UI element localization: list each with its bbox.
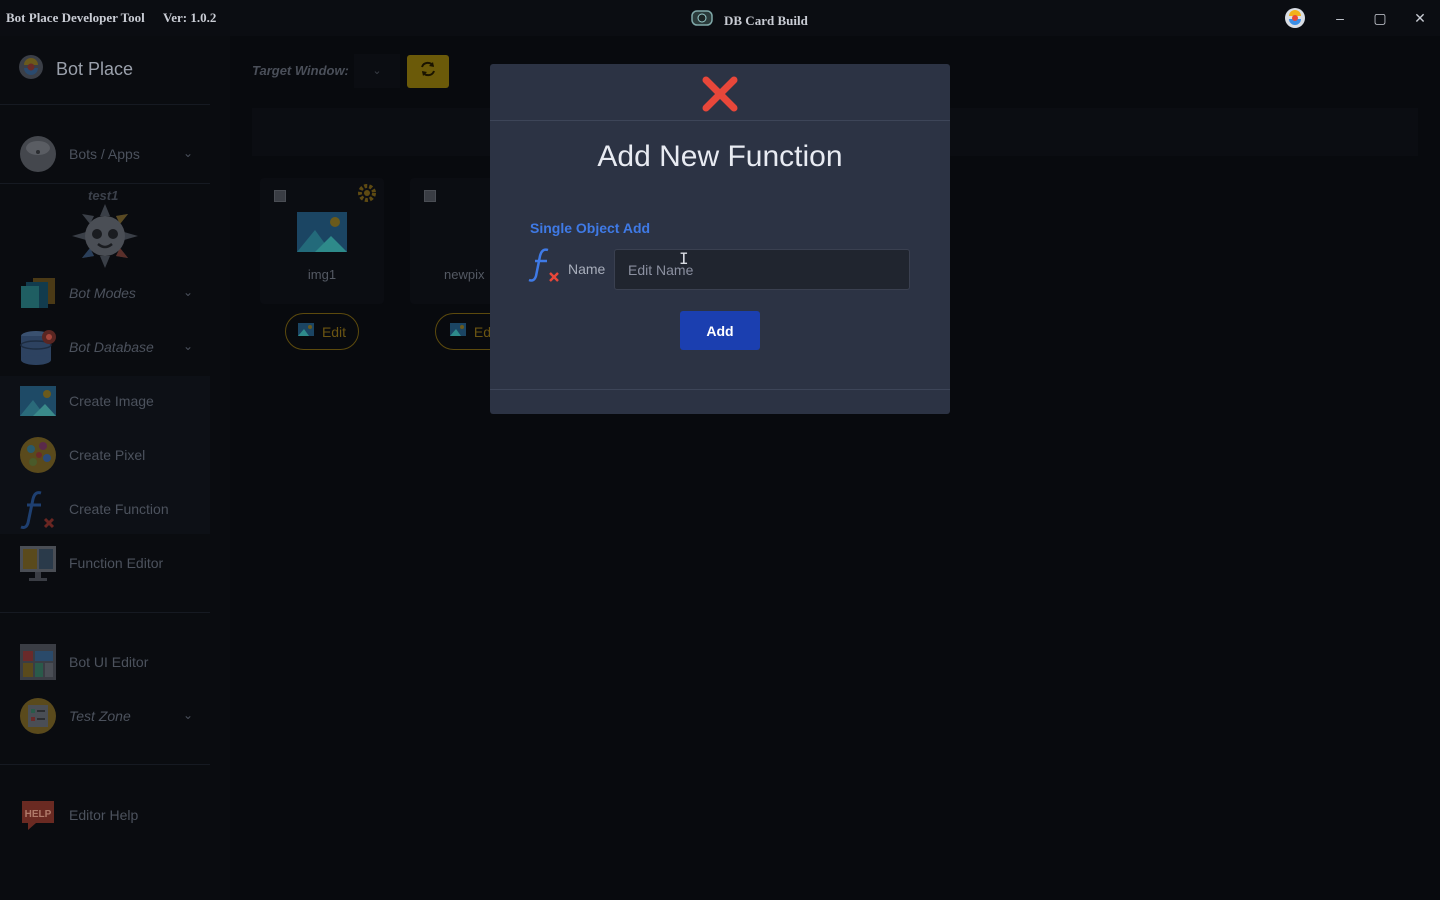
refresh-button[interactable] [407,55,449,88]
app-version: Ver: 1.0.2 [163,10,217,25]
window-title-group: DB Card Build [690,8,808,33]
avatar-sphere-icon [18,134,58,174]
divider [490,120,950,121]
modal-title: Add New Function [597,140,843,173]
add-button[interactable]: Add [680,311,760,350]
chevron-down-icon[interactable]: ⌄ [183,285,193,299]
minimize-button[interactable]: – [1330,8,1350,28]
target-window-label: Target Window: [252,63,349,78]
checklist-icon [18,696,58,736]
card-checkbox[interactable] [274,190,286,202]
chevron-down-icon[interactable]: ⌄ [183,146,193,160]
brand[interactable]: Bot Place [18,54,133,85]
divider [0,104,210,105]
image-icon [449,322,466,341]
sidebar-item-label: Test Zone [69,708,131,724]
sidebar-item-label: Bot Modes [69,285,136,301]
window-title: DB Card Build [724,12,808,28]
name-label: Name [568,261,606,277]
function-icon [18,489,58,529]
divider [0,764,210,765]
target-window-select[interactable]: ⌄ [354,54,400,88]
edit-button[interactable]: Edit [285,313,359,350]
db-card-icon [690,8,714,33]
sidebar-item-create-image[interactable]: Create Image [18,381,193,421]
title-bar: Bot Place Developer Tool Ver: 1.0.2 DB C… [0,0,1440,36]
app-title: Bot Place Developer Tool [6,10,145,25]
card-name: img1 [307,267,337,282]
ui-editor-icon [18,642,58,682]
bot-modes-icon [18,273,58,313]
function-name-input[interactable] [614,249,910,290]
code-monitor-icon [18,543,58,583]
refresh-icon [419,60,437,83]
sidebar-item-label: Create Image [69,393,154,409]
image-icon [297,322,314,341]
function-icon [528,247,562,283]
add-function-modal: Add New Function Single Object Add Name … [490,64,950,414]
close-window-button[interactable]: ✕ [1410,8,1430,28]
sidebar: Bot Place Bots / Apps ⌄ test1 Bot Modes … [0,36,230,900]
bot-place-logo-icon [18,54,44,85]
brand-label: Bot Place [56,59,134,79]
chevron-down-icon[interactable]: ⌄ [183,708,193,722]
image-thumbnail-icon [297,212,347,257]
sidebar-item-label: Function Editor [69,555,164,571]
image-card[interactable]: img1 [260,178,384,304]
sidebar-item-label: Editor Help [69,807,139,823]
sidebar-item-bot-modes[interactable]: Bot Modes ⌄ [18,273,193,313]
text-cursor-icon: I [679,249,689,268]
sidebar-item-editor-help[interactable]: HELP Editor Help [18,795,193,835]
card-checkbox[interactable] [424,190,436,202]
close-icon[interactable] [702,76,738,112]
sidebar-item-bot-ui-editor[interactable]: Bot UI Editor [18,642,193,682]
image-icon [18,381,58,421]
help-icon: HELP [18,795,58,835]
divider [490,389,950,390]
gear-icon[interactable] [356,182,378,209]
maximize-button[interactable]: ▢ [1370,8,1390,28]
sidebar-item-test-zone[interactable]: Test Zone ⌄ [18,696,193,736]
sidebar-item-create-pixel[interactable]: Create Pixel [18,435,193,475]
sidebar-item-label: Create Function [69,501,169,517]
section-label: Single Object Add [530,220,651,236]
account-icon[interactable] [1284,7,1305,28]
divider [0,612,210,613]
sidebar-item-function-editor[interactable]: Function Editor [18,543,193,583]
pixel-icon [18,435,58,475]
sidebar-item-bot-database[interactable]: Bot Database ⌄ [18,327,193,367]
chevron-down-icon: ⌄ [372,65,382,77]
chevron-down-icon[interactable]: ⌄ [183,339,193,353]
divider [0,183,210,184]
sidebar-item-create-function[interactable]: Create Function [18,489,193,529]
database-icon [18,327,58,367]
edit-label: Edit [321,323,347,340]
sidebar-item-label: Bots / Apps [69,146,140,162]
bot-avatar[interactable] [72,204,138,273]
svg-text:HELP: HELP [25,809,52,820]
user-name: test1 [88,188,119,203]
sidebar-item-label: Create Pixel [69,447,146,463]
sidebar-item-label: Bot Database [69,339,154,355]
sidebar-item-bots-apps[interactable]: Bots / Apps ⌄ [18,134,193,174]
sidebar-item-label: Bot UI Editor [69,654,149,670]
